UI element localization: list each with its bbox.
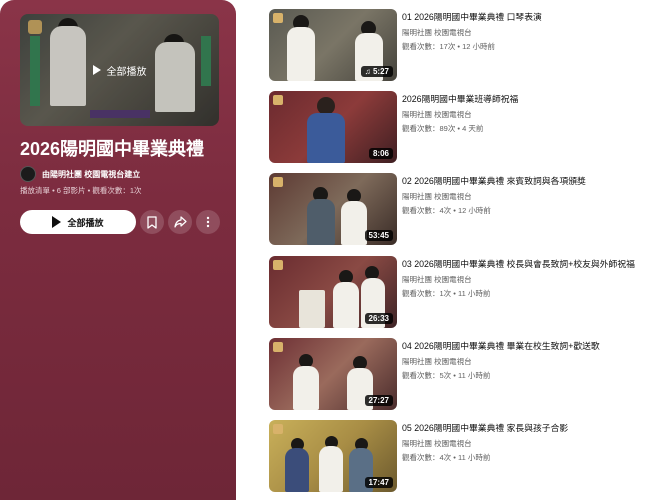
video-stats: 觀看次數：17次 • 12 小時前 [402, 42, 496, 51]
video-title[interactable]: 05 2026陽明國中畢業典禮 家長與孩子合影 [402, 422, 647, 434]
playlist-title: 2026陽明國中畢業典禮 [20, 139, 205, 159]
duration-badge: 26:33 [364, 313, 393, 324]
channel-name[interactable]: 陽明社團 校園電視台 [402, 274, 647, 285]
avatar[interactable] [20, 166, 36, 182]
channel-name[interactable]: 陽明社團 校園電視台 [402, 27, 647, 38]
shorts-music-icon: ♫ [364, 67, 373, 76]
video-thumbnail[interactable]: 27:27 [269, 338, 397, 410]
channel-logo-icon [273, 260, 283, 270]
video-stats: 觀看次數：4次 • 12 小時前 [402, 206, 491, 215]
video-info: 2026陽明國中畢業班導師祝福 陽明社團 校園電視台 觀看次數：89次 • 4 … [402, 93, 647, 134]
play-icon [92, 65, 101, 75]
person-figure [285, 448, 309, 492]
play-icon [52, 216, 62, 228]
list-item[interactable]: ♫ 5:27 01 2026陽明國中畢業典禮 口琴表演 陽明社團 校園電視台 觀… [269, 9, 649, 81]
playlist-header-panel: 全部播放 2026陽明國中畢業典禮 由陽明社團 校園電視台建立 播放清單 • 6… [0, 0, 236, 500]
duration-text: 8:06 [372, 149, 389, 158]
more-vertical-icon [206, 216, 210, 228]
playlist-owner[interactable]: 由陽明社團 校園電視台建立 [20, 166, 140, 182]
owner-name[interactable]: 由陽明社團 校園電視台建立 [42, 169, 140, 180]
duration-badge: ♫ 5:27 [360, 66, 393, 77]
share-icon [173, 216, 187, 228]
video-title[interactable]: 01 2026陽明國中畢業典禮 口琴表演 [402, 11, 647, 23]
student-figure [341, 201, 367, 245]
teacher-figure [307, 113, 345, 163]
video-title[interactable]: 04 2026陽明國中畢業典禮 畢業在校生致詞+歡送歌 [402, 340, 647, 352]
duration-badge: 27:27 [364, 395, 393, 406]
list-item[interactable]: 27:27 04 2026陽明國中畢業典禮 畢業在校生致詞+歡送歌 陽明社團 校… [269, 338, 649, 410]
channel-logo-icon [273, 13, 283, 23]
video-thumbnail[interactable]: 17:47 [269, 420, 397, 492]
video-stats: 觀看次數：4次 • 11 小時前 [402, 453, 491, 462]
video-thumbnail[interactable]: ♫ 5:27 [269, 9, 397, 81]
channel-logo-icon [273, 424, 283, 434]
bookmark-icon [147, 215, 157, 229]
video-info: 02 2026陽明國中畢業典禮 來賓致詞與各項頒獎 陽明社團 校園電視台 觀看次… [402, 175, 647, 216]
video-info: 01 2026陽明國中畢業典禮 口琴表演 陽明社團 校園電視台 觀看次數：17次… [402, 11, 647, 52]
play-all-button[interactable]: 全部播放 [20, 210, 136, 234]
list-item[interactable]: 53:45 02 2026陽明國中畢業典禮 來賓致詞與各項頒獎 陽明社團 校園電… [269, 173, 649, 245]
list-item[interactable]: 8:06 2026陽明國中畢業班導師祝福 陽明社團 校園電視台 觀看次數：89次… [269, 91, 649, 163]
video-info: 04 2026陽明國中畢業典禮 畢業在校生致詞+歡送歌 陽明社團 校園電視台 觀… [402, 340, 647, 381]
person-figure [333, 282, 359, 328]
video-thumbnail[interactable]: 8:06 [269, 91, 397, 163]
duration-text: 17:47 [368, 478, 389, 487]
duration-badge: 8:06 [368, 148, 393, 159]
video-stats: 觀看次數：89次 • 4 天前 [402, 124, 484, 133]
list-item[interactable]: 26:33 03 2026陽明國中畢業典禮 校長與會長致詞+校友與外師祝福 陽明… [269, 256, 649, 328]
person-figure [319, 446, 343, 492]
channel-name[interactable]: 陽明社團 校園電視台 [402, 438, 647, 449]
cover-overlay-label: 全部播放 [106, 66, 147, 78]
student-figure [293, 366, 319, 410]
more-button[interactable] [196, 210, 220, 234]
playlist-meta: 播放清單 • 6 部影片 • 觀看次數：1次 [20, 186, 142, 195]
video-title[interactable]: 02 2026陽明國中畢業典禮 來賓致詞與各項頒獎 [402, 175, 647, 187]
duration-text: 26:33 [368, 314, 389, 323]
person-figure [307, 199, 335, 245]
duration-badge: 17:47 [364, 477, 393, 488]
channel-logo-icon [273, 177, 283, 187]
duration-text: 27:27 [368, 396, 389, 405]
channel-logo-icon [273, 342, 283, 352]
channel-logo-icon [273, 95, 283, 105]
play-all-label: 全部播放 [67, 217, 104, 228]
save-button[interactable] [140, 210, 164, 234]
video-info: 03 2026陽明國中畢業典禮 校長與會長致詞+校友與外師祝福 陽明社團 校園電… [402, 258, 647, 299]
video-thumbnail[interactable]: 26:33 [269, 256, 397, 328]
share-button[interactable] [168, 210, 192, 234]
list-item[interactable]: 17:47 05 2026陽明國中畢業典禮 家長與孩子合影 陽明社團 校園電視台… [269, 420, 649, 492]
video-stats: 觀看次數：5次 • 11 小時前 [402, 371, 491, 380]
duration-text: 5:27 [372, 67, 389, 76]
video-info: 05 2026陽明國中畢業典禮 家長與孩子合影 陽明社團 校園電視台 觀看次數：… [402, 422, 647, 463]
playlist-cover-thumbnail[interactable]: 全部播放 [20, 14, 219, 126]
banner-figure [299, 290, 325, 328]
video-stats: 觀看次數：1次 • 11 小時前 [402, 289, 491, 298]
channel-name[interactable]: 陽明社團 校園電視台 [402, 191, 647, 202]
video-title[interactable]: 2026陽明國中畢業班導師祝福 [402, 93, 647, 105]
duration-badge: 53:45 [364, 230, 393, 241]
cover-play-overlay[interactable]: 全部播放 [20, 14, 219, 126]
duration-text: 53:45 [368, 231, 389, 240]
channel-name[interactable]: 陽明社團 校園電視台 [402, 356, 647, 367]
student-figure [287, 27, 315, 81]
video-title[interactable]: 03 2026陽明國中畢業典禮 校長與會長致詞+校友與外師祝福 [402, 258, 647, 270]
channel-name[interactable]: 陽明社團 校園電視台 [402, 109, 647, 120]
video-thumbnail[interactable]: 53:45 [269, 173, 397, 245]
